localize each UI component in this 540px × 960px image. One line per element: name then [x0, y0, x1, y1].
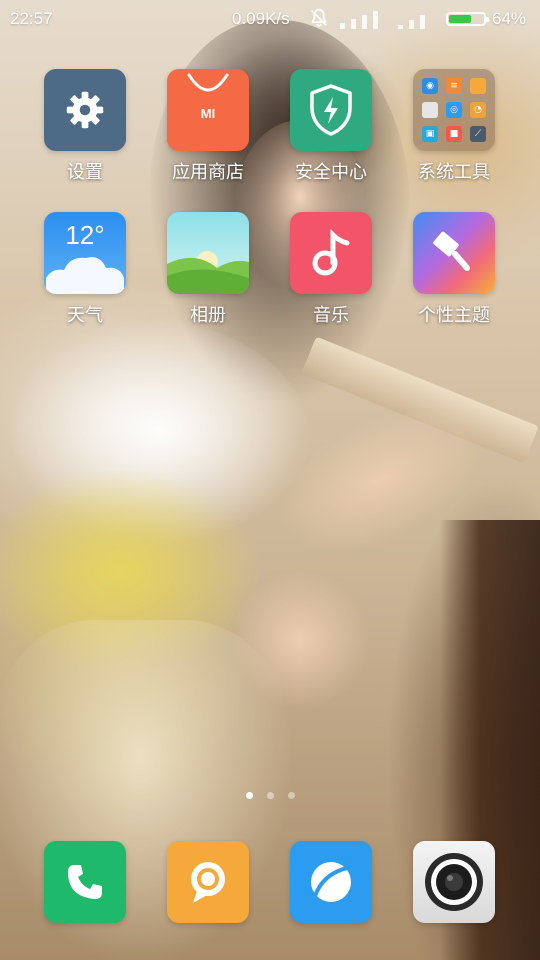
app-settings[interactable]: 设置: [30, 69, 140, 184]
page-dot[interactable]: [245, 792, 253, 799]
shield-lightning-icon: [290, 69, 372, 151]
dock-messages[interactable]: [153, 841, 263, 923]
app-music[interactable]: 音乐: [276, 212, 386, 327]
folder-system-tools[interactable]: ◉ ≡ ◎ ◔ ▣ ■ ⟋ 系统工具: [399, 69, 509, 184]
contacts-mini-icon: ◉: [422, 78, 438, 94]
file-mini-icon: [470, 78, 486, 94]
signal-wifi-icons: [340, 9, 430, 29]
folder-label: 系统工具: [418, 162, 490, 183]
network-speed: 0.09K/s: [232, 9, 290, 28]
tools-mini-icon: ⟋: [470, 126, 486, 142]
wallpaper-shirt: [10, 320, 310, 540]
compass-mini-icon: ◎: [446, 102, 462, 118]
clock: 22:57: [10, 9, 53, 28]
battery-percent: 64%: [492, 9, 527, 28]
dock-browser[interactable]: [276, 841, 386, 923]
battery-icon: [446, 12, 489, 26]
app-label: 音乐: [313, 305, 349, 326]
message-bubble-icon: [167, 841, 249, 923]
phone-icon: [44, 841, 126, 923]
app-themes[interactable]: 个性主题: [399, 212, 509, 327]
gear-icon: [44, 69, 126, 151]
mail-mini-icon: [422, 102, 438, 118]
wallpaper-knee: [230, 570, 370, 710]
battery-level: [449, 15, 471, 23]
app-gallery[interactable]: 相册: [153, 212, 263, 327]
browser-icon: [290, 841, 372, 923]
app-label: 相册: [190, 305, 226, 326]
app-label: 设置: [67, 162, 103, 183]
app-label: 安全中心: [295, 162, 367, 183]
wallpaper-dress: [0, 470, 260, 670]
app-weather[interactable]: 12° 天气: [30, 212, 140, 327]
app-label: 个性主题: [418, 305, 490, 326]
wallpaper-arm: [254, 379, 506, 581]
status-bar: 22:57 0.09K/s 64%: [0, 0, 540, 38]
notes-mini-icon: ≡: [446, 78, 462, 94]
app-security-center[interactable]: 安全中心: [276, 69, 386, 184]
music-note-icon: [290, 212, 372, 294]
page-dot[interactable]: [266, 792, 274, 799]
clock-mini-icon: ◔: [470, 102, 486, 118]
theme-brush-icon: [413, 212, 495, 294]
dock-phone[interactable]: [30, 841, 140, 923]
recorder-mini-icon: ■: [446, 126, 462, 142]
dock-camera[interactable]: [399, 841, 509, 923]
mute-bell-icon: [311, 8, 327, 27]
page-indicator[interactable]: [0, 792, 540, 799]
shopping-bag-icon: MI: [167, 69, 249, 151]
folder-icon: ◉ ≡ ◎ ◔ ▣ ■ ⟋: [413, 69, 495, 151]
page-dot[interactable]: [287, 792, 295, 799]
scanner-mini-icon: ▣: [422, 126, 438, 142]
app-label: 天气: [67, 305, 103, 326]
camera-icon: [413, 841, 495, 923]
gallery-landscape-icon: [167, 212, 249, 294]
app-store[interactable]: MI 应用商店: [153, 69, 263, 184]
home-screen: 22:57 0.09K/s 64% 设置 MI 应用商店 安全中心 ◉ ≡ ◎ …: [0, 0, 540, 960]
wallpaper-shelf: [301, 336, 539, 464]
weather-cloud-icon: 12°: [44, 212, 126, 294]
app-label: 应用商店: [172, 162, 244, 183]
